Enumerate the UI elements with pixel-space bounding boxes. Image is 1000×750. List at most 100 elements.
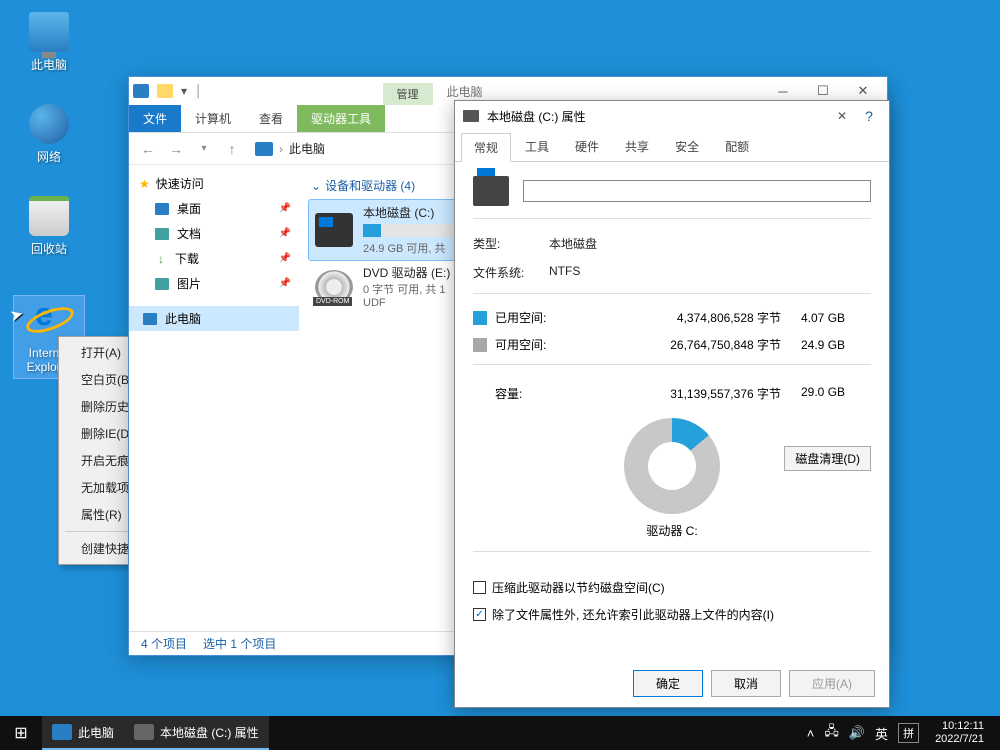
props-title: 本地磁盘 (C:) 属性 [487, 108, 586, 125]
star-icon: ★ [139, 177, 150, 191]
tab-hardware[interactable]: 硬件 [563, 133, 611, 161]
pin-icon: 📌 [279, 228, 291, 239]
disk-cleanup-button[interactable]: 磁盘清理(D) [784, 446, 871, 471]
checkbox-icon [473, 581, 486, 594]
monitor-icon [29, 12, 69, 52]
back-button[interactable]: ← [137, 138, 159, 160]
type-value: 本地磁盘 [549, 235, 871, 252]
ok-button[interactable]: 确定 [633, 670, 703, 697]
download-icon: ↓ [155, 252, 167, 266]
cap-label: 容量: [495, 385, 567, 402]
desktop-icon-network[interactable]: 网络 [14, 104, 84, 165]
tab-security[interactable]: 安全 [663, 133, 711, 161]
ime-mode[interactable]: 拼 [898, 723, 919, 743]
desktop-icon-this-pc[interactable]: 此电脑 [14, 12, 84, 73]
ime-lang[interactable]: 英 [875, 724, 888, 743]
sidebar-quick-access[interactable]: ★快速访问 [129, 171, 299, 196]
task-properties[interactable]: 本地磁盘 (C:) 属性 [124, 716, 269, 750]
properties-dialog: 本地磁盘 (C:) 属性 ✕ ? 常规 工具 硬件 共享 安全 配额 类型:本地… [454, 100, 890, 708]
tab-view[interactable]: 查看 [245, 105, 297, 132]
pin-icon: 📌 [279, 253, 291, 264]
drive-icon [134, 724, 154, 740]
used-human: 4.07 GB [801, 311, 871, 325]
close-button[interactable]: ✕ [827, 109, 857, 123]
desktop-icon-recycle-bin[interactable]: 回收站 [14, 196, 84, 257]
drive-letter: 驱动器 C: [473, 522, 871, 539]
sidebar-item-this-pc[interactable]: 此电脑 [129, 306, 299, 331]
folder-icon [157, 84, 173, 98]
history-button[interactable]: ▾ [193, 138, 215, 160]
apply-button[interactable]: 应用(A) [789, 670, 875, 697]
drive-label-input[interactable] [523, 180, 871, 202]
icon-label: 回收站 [14, 240, 84, 257]
status-selection: 选中 1 个项目 [203, 635, 276, 652]
usage-donut [624, 418, 720, 514]
pc-icon [133, 84, 149, 98]
tab-tools[interactable]: 工具 [513, 133, 561, 161]
date: 2022/7/21 [935, 733, 984, 746]
clock[interactable]: 10:12:11 2022/7/21 [929, 720, 990, 746]
time: 10:12:11 [942, 720, 984, 733]
sidebar-item-downloads[interactable]: ↓下载📌 [129, 246, 299, 271]
pc-icon [143, 313, 157, 325]
recycle-bin-icon [29, 196, 69, 236]
cap-human: 29.0 GB [801, 385, 871, 402]
free-bytes: 26,764,750,848 字节 [567, 336, 801, 353]
fs-label: 文件系统: [473, 264, 549, 281]
tab-computer[interactable]: 计算机 [181, 105, 245, 132]
documents-icon [155, 228, 169, 240]
help-button[interactable]: ? [857, 108, 881, 124]
status-count: 4 个项目 [141, 635, 187, 652]
tab-drive-tools[interactable]: 驱动器工具 [297, 105, 385, 132]
used-swatch [473, 311, 487, 325]
up-button[interactable]: ↑ [221, 138, 243, 160]
props-titlebar[interactable]: 本地磁盘 (C:) 属性 ✕ ? [455, 101, 889, 131]
cap-bytes: 31,139,557,376 字节 [567, 385, 801, 402]
ie-icon [29, 300, 69, 340]
free-human: 24.9 GB [801, 338, 871, 352]
free-swatch [473, 338, 487, 352]
tab-file[interactable]: 文件 [129, 105, 181, 132]
sidebar-item-pictures[interactable]: 图片📌 [129, 271, 299, 296]
drive-big-icon [473, 176, 509, 206]
desktop-icon [155, 203, 169, 215]
pin-icon: 📌 [279, 203, 291, 214]
forward-button[interactable]: → [165, 138, 187, 160]
index-checkbox-row[interactable]: ✓ 除了文件属性外, 还允许索引此驱动器上文件的内容(I) [473, 601, 871, 628]
network-icon[interactable]: 🖧 [824, 722, 839, 744]
cancel-button[interactable]: 取消 [711, 670, 781, 697]
icon-label: 此电脑 [14, 56, 84, 73]
system-tray: ˄ 🖧 🔊 英 拼 10:12:11 2022/7/21 [797, 716, 1000, 750]
sidebar-item-documents[interactable]: 文档📌 [129, 221, 299, 246]
sidebar: ★快速访问 桌面📌 文档📌 ↓下载📌 图片📌 此电脑 [129, 165, 299, 631]
fs-value: NTFS [549, 264, 871, 281]
type-label: 类型: [473, 235, 549, 252]
props-body: 类型:本地磁盘 文件系统:NTFS 已用空间: 4,374,806,528 字节… [455, 162, 889, 660]
compress-checkbox-row[interactable]: 压缩此驱动器以节约磁盘空间(C) [473, 574, 871, 601]
props-tabs: 常规 工具 硬件 共享 安全 配额 [455, 131, 889, 162]
compress-label: 压缩此驱动器以节约磁盘空间(C) [492, 579, 665, 596]
tab-quota[interactable]: 配额 [713, 133, 761, 161]
dvd-icon [315, 270, 353, 304]
index-label: 除了文件属性外, 还允许索引此驱动器上文件的内容(I) [492, 606, 774, 623]
pc-icon [255, 142, 273, 156]
globe-icon [29, 104, 69, 144]
drive-icon [463, 110, 479, 122]
sidebar-item-desktop[interactable]: 桌面📌 [129, 196, 299, 221]
pictures-icon [155, 278, 169, 290]
tab-sharing[interactable]: 共享 [613, 133, 661, 161]
breadcrumb: 此电脑 [289, 140, 325, 157]
used-label: 已用空间: [495, 309, 567, 326]
checkbox-icon: ✓ [473, 608, 486, 621]
pin-icon: 📌 [279, 278, 291, 289]
tray-chevron-icon[interactable]: ˄ [807, 726, 815, 741]
tab-general[interactable]: 常规 [461, 133, 511, 162]
chevron-down-icon: ⌄ [311, 179, 321, 193]
icon-label: 网络 [14, 148, 84, 165]
pc-icon [52, 724, 72, 740]
task-this-pc[interactable]: 此电脑 [42, 716, 124, 750]
volume-icon[interactable]: 🔊 [849, 725, 865, 741]
taskbar: ⊞ 此电脑 本地磁盘 (C:) 属性 ˄ 🖧 🔊 英 拼 10:12:11 20… [0, 716, 1000, 750]
start-button[interactable]: ⊞ [0, 716, 42, 750]
ribbon-context-label: 管理 [383, 83, 433, 105]
